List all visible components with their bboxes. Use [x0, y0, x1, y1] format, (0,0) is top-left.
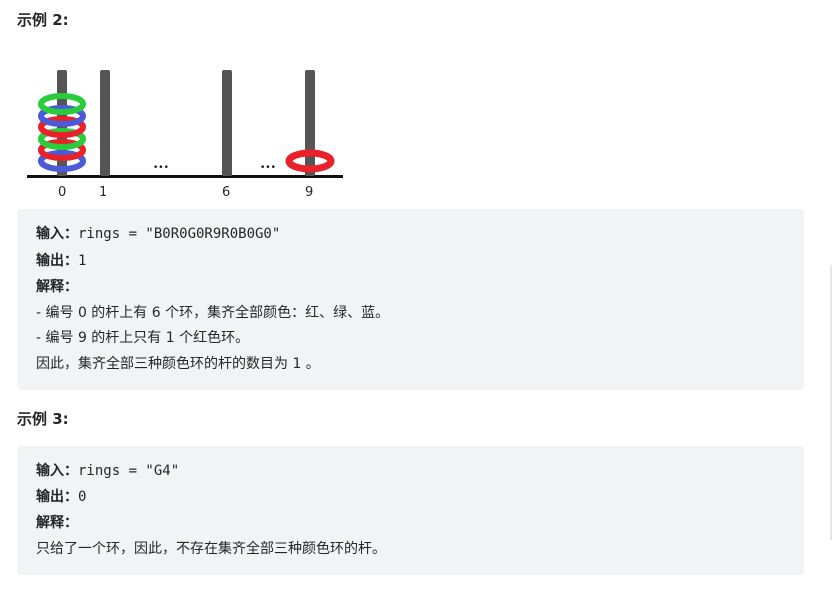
rod-label-1: 1 — [99, 185, 107, 200]
example-2-codeblock: 输入：rings = "B0R0G0R9R0B0G0" 输出：1 解释： - 编… — [17, 209, 804, 390]
explain-label: 解释： — [36, 515, 78, 531]
example-3-heading: 示例 3: — [17, 410, 69, 428]
explain-line-2: - 编号 9 的杆上只有 1 个红色环。 — [36, 330, 250, 346]
input-label: 输入： — [36, 463, 78, 479]
input-line: 输入：rings = "B0R0G0R9R0B0G0" — [36, 224, 280, 244]
rod-6 — [222, 70, 232, 176]
output-line: 输出：1 — [36, 251, 86, 271]
output-line: 输出：0 — [36, 487, 86, 507]
base-line — [27, 175, 343, 178]
explain-label: 解释： — [36, 279, 78, 295]
input-label: 输入： — [36, 226, 78, 242]
ellipsis-1: ••• — [153, 163, 169, 173]
rod-label-9: 9 — [305, 185, 313, 200]
rod-9 — [305, 70, 315, 176]
explain-label-line: 解释： — [36, 513, 78, 533]
input-value: rings = "B0R0G0R9R0B0G0" — [78, 226, 281, 242]
example-3-codeblock: 输入：rings = "G4" 输出：0 解释： 只给了一个环，因此，不存在集齐… — [17, 446, 804, 575]
output-label: 输出： — [36, 489, 78, 505]
rod-0-rings — [38, 93, 86, 172]
rings-rods-illustration: ••• ••• 0 1 6 9 — [27, 70, 343, 200]
rod-label-6: 6 — [222, 185, 230, 200]
explain-line-1: - 编号 0 的杆上有 6 个环，集齐全部颜色：红、绿、蓝。 — [36, 305, 390, 321]
input-value: rings = "G4" — [78, 463, 180, 479]
input-line: 输入：rings = "G4" — [36, 461, 179, 481]
output-value: 0 — [78, 489, 87, 505]
ellipsis-2: ••• — [260, 163, 276, 173]
explain-label-line: 解释： — [36, 277, 78, 297]
explain-line-1: 只给了一个环，因此，不存在集齐全部三种颜色环的杆。 — [36, 541, 386, 557]
output-value: 1 — [78, 253, 87, 269]
example-2-heading: 示例 2: — [17, 11, 69, 29]
rod-1 — [100, 70, 110, 176]
rod-label-0: 0 — [58, 185, 66, 200]
output-label: 输出： — [36, 253, 78, 269]
explain-line-3: 因此，集齐全部三种颜色环的杆的数目为 1 。 — [36, 356, 320, 372]
